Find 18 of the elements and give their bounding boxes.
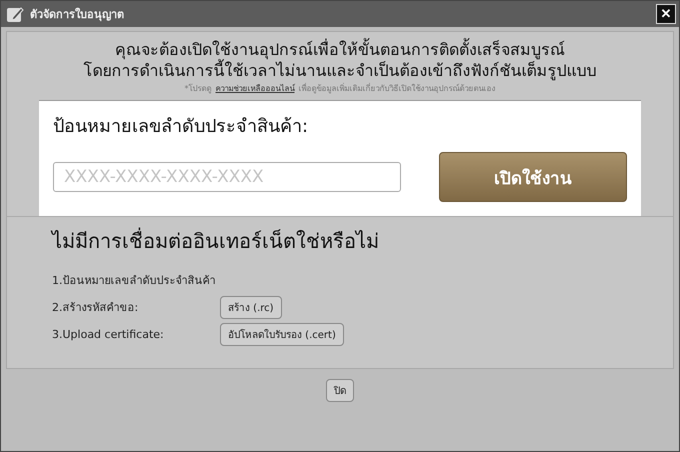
- intro-text: โดยการดำเนินการนี้ใช้เวลาไม่นานและจำเป็นต้องเข้าถึงฟังก์ชันเต็มรูปแบบ: [84, 60, 596, 81]
- serial-field[interactable]: XXXX-XXXX-XXXX-XXXX: [53, 162, 401, 192]
- step-button[interactable]: อัปโหลดใบรับรอง (.cert): [220, 322, 344, 346]
- note-text: *โปรดดู: [184, 82, 212, 95]
- step-button[interactable]: สร้าง (.rc): [220, 296, 282, 318]
- serial-heading: ป้อนหมายเลขลำดับประจำสินค้า:: [53, 115, 310, 139]
- activate-button[interactable]: เปิดใช้งาน: [439, 152, 627, 202]
- note-text: เพื่อดูข้อมูลเพิ่มเติมเกี่ยวกับวิธีเปิดใช้งานอุปกรณ์ด้วยตนเอง: [298, 82, 496, 95]
- window-title: ตัวจัดการใบอนุญาต: [30, 6, 125, 23]
- intro-text: คุณจะต้องเปิดใช้งานอุปกรณ์เพื่อให้ขั้นตอนการติดตั้งเสร็จสมบูรณ์: [115, 39, 565, 60]
- step-label: 2.สร้างรหัสคำขอ:: [52, 300, 140, 316]
- step-label: 3.Upload certificate:: [52, 328, 165, 340]
- step-label: 1.ป้อนหมายเลขลำดับประจำสินค้า: [52, 273, 216, 289]
- close-dialog-button[interactable]: ปิด: [326, 379, 354, 402]
- help-link[interactable]: ความช่วยเหลือออนไลน์: [216, 82, 294, 95]
- offline-heading: ไม่มีการเชื่อมต่ออินเทอร์เน็ตใช่หรือไม่: [52, 226, 380, 255]
- pencil-icon: [6, 5, 24, 23]
- close-button[interactable]: ✕: [656, 4, 676, 24]
